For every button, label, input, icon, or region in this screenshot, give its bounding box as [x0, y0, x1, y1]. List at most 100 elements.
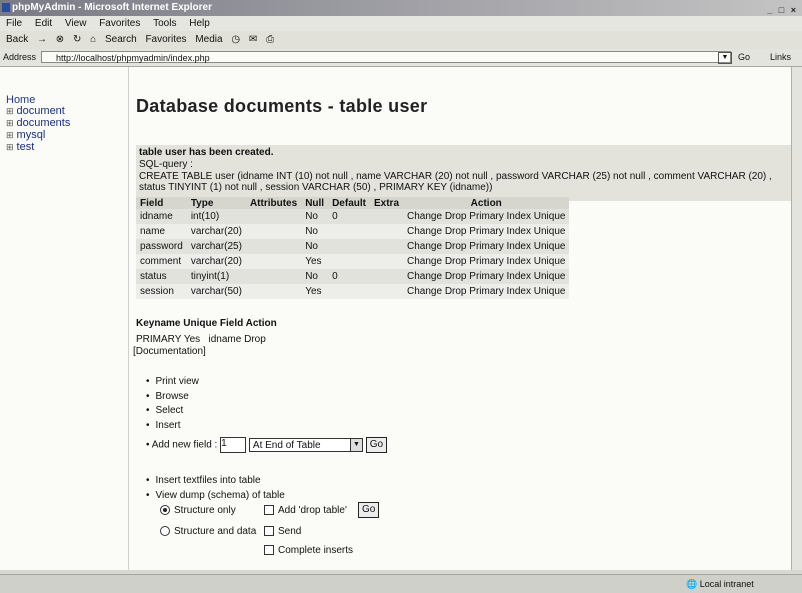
unique-link[interactable]: Unique — [534, 226, 566, 237]
stop-icon[interactable]: ⊗ — [56, 34, 64, 45]
drop-link[interactable]: Drop — [445, 211, 467, 222]
add-field-go-button[interactable]: Go — [365, 437, 388, 453]
field-count-input[interactable]: 1 — [220, 437, 247, 453]
add-drop-table-option[interactable]: Add 'drop table' — [264, 505, 347, 516]
address-bar: Address http://localhost/phpmyadmin/inde… — [0, 49, 802, 67]
unique-link[interactable]: Unique — [534, 286, 566, 297]
row-actions: Change Drop Primary Index Unique — [403, 269, 570, 284]
index-link[interactable]: Index — [507, 286, 531, 297]
primary-link[interactable]: Primary — [469, 256, 503, 267]
status-bar: 🌐 Local intranet — [0, 574, 802, 593]
menu-file[interactable]: File — [6, 18, 22, 29]
expand-icon[interactable]: ⊞ — [6, 130, 14, 140]
index-link[interactable]: Index — [507, 241, 531, 252]
insert-link[interactable]: Insert — [146, 419, 199, 434]
database-item-mysql[interactable]: ⊞ mysql — [6, 129, 70, 141]
sql-query-label: SQL-query : — [139, 159, 193, 170]
menu-favorites[interactable]: Favorites — [99, 18, 140, 29]
drop-link[interactable]: Drop — [445, 256, 467, 267]
table-structure: Field Type Attributes Null Default Extra… — [136, 197, 570, 299]
column-header: Null — [301, 197, 329, 209]
drop-link[interactable]: Drop — [445, 226, 467, 237]
browse-link[interactable]: Browse — [146, 390, 199, 405]
send-option[interactable]: Send — [264, 526, 301, 537]
go-button[interactable]: Go — [738, 49, 750, 66]
change-link[interactable]: Change — [407, 226, 442, 237]
primary-link[interactable]: Primary — [469, 226, 503, 237]
index-link[interactable]: Index — [507, 256, 531, 267]
mail-icon[interactable]: ✉ — [249, 34, 257, 45]
ie-logo-icon — [2, 3, 10, 12]
drop-link[interactable]: Drop — [445, 241, 467, 252]
change-link[interactable]: Change — [407, 211, 442, 222]
table-actions-list: Print view Browse Select Insert — [146, 375, 199, 433]
back-button[interactable]: Back — [6, 34, 28, 45]
expand-icon[interactable]: ⊞ — [6, 118, 14, 128]
primary-link[interactable]: Primary — [469, 241, 503, 252]
favorites-button[interactable]: Favorites — [145, 34, 186, 45]
home-icon[interactable]: ⌂ — [90, 34, 96, 45]
structure-and-data-option[interactable]: Structure and data — [160, 526, 256, 537]
radio-selected[interactable] — [160, 505, 170, 516]
menu-help[interactable]: Help — [189, 18, 210, 29]
index-link[interactable]: Index — [507, 271, 531, 282]
complete-inserts-option[interactable]: Complete inserts — [264, 545, 353, 556]
sql-query-line: CREATE TABLE user (idname INT (10) not n… — [139, 171, 772, 182]
menu-view[interactable]: View — [65, 18, 87, 29]
table-row: session varchar(50) Yes Change Drop Prim… — [136, 284, 570, 299]
print-view-link[interactable]: Print view — [146, 375, 199, 390]
expand-icon[interactable]: ⊞ — [6, 142, 14, 152]
indexes-section: Keyname Unique Field Action PRIMARY Yes … — [136, 318, 277, 345]
sql-query-box: table user has been created. SQL-query :… — [136, 145, 791, 201]
database-item-document[interactable]: ⊞ document — [6, 105, 70, 117]
row-actions: Change Drop Primary Index Unique — [403, 284, 570, 299]
primary-link[interactable]: Primary — [469, 286, 503, 297]
drop-link[interactable]: Drop — [445, 271, 467, 282]
select-link[interactable]: Select — [146, 404, 199, 419]
change-link[interactable]: Change — [407, 271, 442, 282]
content-frame: Home ⊞ document ⊞ documents ⊞ mysql ⊞ test D… — [0, 67, 791, 570]
column-header: Type — [186, 197, 246, 209]
change-link[interactable]: Change — [407, 286, 442, 297]
menu-tools[interactable]: Tools — [153, 18, 176, 29]
checkbox[interactable] — [264, 526, 274, 537]
database-item-documents[interactable]: ⊞ documents — [6, 117, 70, 129]
checkbox[interactable] — [264, 505, 274, 516]
structure-only-option[interactable]: Structure only — [160, 505, 236, 516]
drop-link[interactable]: Drop — [445, 286, 467, 297]
sql-query-line: status TINYINT (1) not null , session VA… — [139, 182, 493, 193]
browser-toolbar: Back → ⊗ ↻ ⌂ Search Favorites Media ◷ ✉ … — [0, 31, 802, 50]
insert-textfiles-link[interactable]: Insert textfiles into table — [146, 473, 285, 488]
print-icon[interactable]: ⎙ — [266, 34, 274, 45]
menu-edit[interactable]: Edit — [35, 18, 52, 29]
drop-index-link[interactable]: Drop — [244, 334, 266, 345]
primary-link[interactable]: Primary — [469, 211, 503, 222]
change-link[interactable]: Change — [407, 256, 442, 267]
primary-link[interactable]: Primary — [469, 271, 503, 282]
field-position-select[interactable]: At End of Table ▼ — [248, 438, 363, 452]
view-dump-link[interactable]: View dump (schema) of table — [146, 488, 285, 503]
change-link[interactable]: Change — [407, 241, 442, 252]
forward-icon[interactable]: → — [37, 34, 47, 45]
index-link[interactable]: Index — [507, 226, 531, 237]
checkbox[interactable] — [264, 545, 274, 556]
search-button[interactable]: Search — [105, 34, 137, 45]
vertical-scrollbar[interactable] — [791, 67, 802, 570]
unique-link[interactable]: Unique — [534, 271, 566, 282]
unique-link[interactable]: Unique — [534, 211, 566, 222]
expand-icon[interactable]: ⊞ — [6, 106, 14, 116]
media-button[interactable]: Media — [195, 34, 222, 45]
documentation-link[interactable]: [Documentation] — [133, 346, 206, 357]
address-input[interactable]: http://localhost/phpmyadmin/index.php — [41, 51, 731, 63]
index-link[interactable]: Index — [507, 211, 531, 222]
row-actions: Change Drop Primary Index Unique — [403, 209, 570, 224]
radio[interactable] — [160, 526, 170, 537]
refresh-icon[interactable]: ↻ — [73, 34, 81, 45]
dump-go-button[interactable]: Go — [358, 502, 380, 518]
unique-link[interactable]: Unique — [534, 241, 566, 252]
address-dropdown-icon[interactable]: ▼ — [718, 52, 732, 64]
database-item-test[interactable]: ⊞ test — [6, 141, 70, 153]
history-icon[interactable]: ◷ — [231, 34, 240, 45]
links-button[interactable]: Links — [770, 49, 791, 66]
unique-link[interactable]: Unique — [534, 256, 566, 267]
